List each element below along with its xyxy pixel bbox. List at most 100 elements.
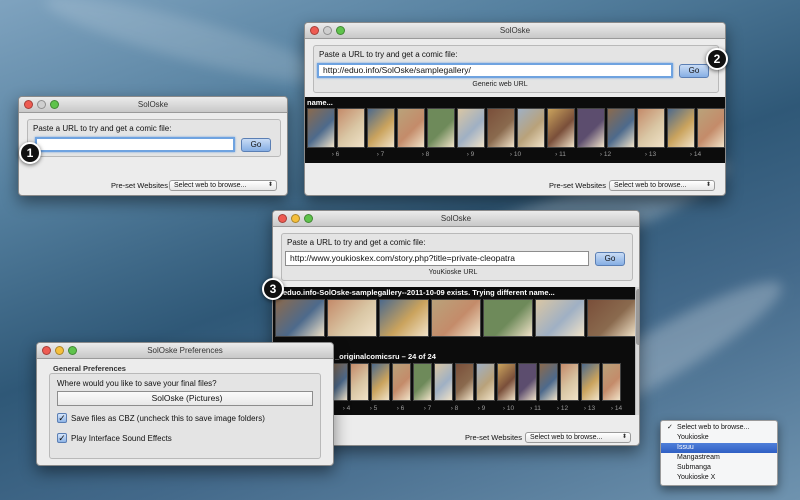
solooske-window-generic: SolOske Paste a URL to try and get a com… bbox=[304, 22, 726, 196]
preset-websites-select[interactable]: Select web to browse... ⬍ bbox=[609, 180, 715, 191]
zoom-window-button[interactable] bbox=[336, 26, 345, 35]
zoom-window-button[interactable] bbox=[68, 346, 77, 355]
comic-page-thumbnail[interactable] bbox=[581, 363, 600, 401]
comic-page-thumbnail[interactable] bbox=[397, 108, 425, 148]
url-input[interactable]: http://eduo.info/SolOske/samplegallery/ bbox=[317, 63, 673, 78]
comic-page-thumbnail[interactable] bbox=[483, 299, 533, 337]
comic-page-thumbnail[interactable] bbox=[539, 363, 558, 401]
window-titlebar: SolOske bbox=[19, 97, 287, 113]
comic-page-thumbnail[interactable] bbox=[307, 108, 335, 148]
comic-page-thumbnail[interactable] bbox=[602, 363, 621, 401]
menu-item-label: Submanga bbox=[677, 464, 711, 471]
page-number: › 13 bbox=[644, 151, 657, 158]
comic-page-thumbnail[interactable] bbox=[367, 108, 395, 148]
comic-page-thumbnail[interactable] bbox=[577, 108, 605, 148]
preview-scrollbar[interactable] bbox=[635, 287, 639, 415]
comic-page-thumbnail[interactable] bbox=[431, 299, 481, 337]
comic-page-thumbnail[interactable] bbox=[434, 363, 453, 401]
zoom-window-button[interactable] bbox=[304, 214, 313, 223]
comic-page-thumbnail[interactable] bbox=[560, 363, 579, 401]
save-location-button[interactable]: SolOske (Pictures) bbox=[57, 391, 313, 406]
go-button[interactable]: Go bbox=[595, 252, 625, 266]
preset-websites-label: Pre-set Websites bbox=[549, 181, 606, 190]
menu-item-label: Youkioske bbox=[677, 434, 709, 441]
comic-page-thumbnail[interactable] bbox=[476, 363, 495, 401]
window-title: SolOske Preferences bbox=[147, 346, 223, 355]
cbz-checkbox[interactable]: ✓ bbox=[57, 413, 67, 423]
page-number: › 10 bbox=[502, 405, 515, 412]
close-window-button[interactable] bbox=[310, 26, 319, 35]
menu-item-mangastream[interactable]: Mangastream bbox=[661, 453, 777, 463]
comic-page-thumbnail[interactable] bbox=[427, 108, 455, 148]
comic-page-thumbnail[interactable] bbox=[327, 299, 377, 337]
close-window-button[interactable] bbox=[42, 346, 51, 355]
preset-websites-select[interactable]: Select web to browse... ⬍ bbox=[169, 180, 277, 191]
close-window-button[interactable] bbox=[24, 100, 33, 109]
comic-page-thumbnail[interactable] bbox=[637, 108, 665, 148]
go-button[interactable]: Go bbox=[679, 64, 709, 78]
zoom-window-button[interactable] bbox=[50, 100, 59, 109]
menu-item-youkioske[interactable]: Youkioske bbox=[661, 433, 777, 443]
comic-page-thumbnail[interactable] bbox=[697, 108, 725, 148]
minimize-window-button[interactable] bbox=[291, 214, 300, 223]
sound-option[interactable]: ✓ Play Interface Sound Effects bbox=[57, 433, 172, 443]
minimize-window-button[interactable] bbox=[323, 26, 332, 35]
page-number: › 13 bbox=[583, 405, 596, 412]
url-prompt: Paste a URL to try and get a comic file: bbox=[287, 238, 426, 247]
sound-checkbox[interactable]: ✓ bbox=[57, 433, 67, 443]
comic-page-thumbnail[interactable] bbox=[413, 363, 432, 401]
page-number-row: › 4 › 5 › 6 › 7 › 8 › 9 › 10 › 11 › 12 › 13 › 14 bbox=[333, 405, 630, 412]
comic-page-thumbnail[interactable] bbox=[587, 299, 635, 337]
cbz-option-label: Save files as CBZ (uncheck this to save … bbox=[71, 413, 265, 423]
comic-page-thumbnail[interactable] bbox=[517, 108, 545, 148]
comic-page-thumbnail[interactable] bbox=[379, 299, 429, 337]
comic-page-thumbnail[interactable] bbox=[497, 363, 516, 401]
menu-item-select-web-to-browse[interactable]: ✓ Select web to browse... bbox=[661, 423, 777, 433]
strip-status-text: _originalcomicsru – 24 of 24 bbox=[335, 352, 436, 361]
scrollbar-thumb[interactable] bbox=[636, 289, 639, 345]
page-number: › 8 bbox=[421, 151, 430, 158]
comic-page-thumbnail[interactable] bbox=[275, 299, 325, 337]
comic-page-thumbnail[interactable] bbox=[487, 108, 515, 148]
comic-page-thumbnail[interactable] bbox=[535, 299, 585, 337]
comic-page-thumbnail[interactable] bbox=[350, 363, 369, 401]
url-input[interactable] bbox=[35, 137, 235, 152]
comic-page-thumbnail[interactable] bbox=[337, 108, 365, 148]
window-titlebar: SolOske bbox=[305, 23, 725, 39]
menu-item-submanga[interactable]: Submanga bbox=[661, 463, 777, 473]
cbz-option[interactable]: ✓ Save files as CBZ (uncheck this to sav… bbox=[57, 413, 265, 423]
page-number: › 12 bbox=[599, 151, 612, 158]
comic-page-thumbnail[interactable] bbox=[518, 363, 537, 401]
url-input[interactable]: http://www.youkioskex.com/story.php?titl… bbox=[285, 251, 589, 266]
url-type-label: YouKioske URL bbox=[428, 269, 478, 276]
select-value: Select web to browse... bbox=[530, 434, 603, 441]
minimize-window-button[interactable] bbox=[55, 346, 64, 355]
preset-websites-select[interactable]: Select web to browse... ⬍ bbox=[525, 432, 631, 443]
comic-page-thumbnail[interactable] bbox=[667, 108, 695, 148]
page-number: › 11 bbox=[530, 405, 541, 412]
close-window-button[interactable] bbox=[278, 214, 287, 223]
comic-page-thumbnail[interactable] bbox=[455, 363, 474, 401]
menu-item-youkioske-x[interactable]: Youkioske X bbox=[661, 473, 777, 483]
menu-item-label: Select web to browse... bbox=[677, 424, 750, 431]
comic-page-thumbnail[interactable] bbox=[392, 363, 411, 401]
menu-item-issuu[interactable]: Issuu bbox=[661, 443, 777, 453]
page-number: › 10 bbox=[509, 151, 522, 158]
comic-page-thumbnail[interactable] bbox=[607, 108, 635, 148]
page-number: › 9 bbox=[477, 405, 486, 412]
minimize-window-button[interactable] bbox=[37, 100, 46, 109]
preset-websites-menu: ✓ Select web to browse... Youkioske Issuu Ma… bbox=[660, 420, 778, 486]
page-number: › 4 bbox=[342, 405, 351, 412]
window-title: SolOske bbox=[440, 214, 472, 223]
window-titlebar: SolOske bbox=[273, 211, 639, 227]
window-titlebar: SolOske Preferences bbox=[37, 343, 333, 359]
strip-status-text: eduo.info-SolOske-samplegallery--2011-10… bbox=[283, 288, 555, 297]
comic-page-thumbnail[interactable] bbox=[371, 363, 390, 401]
comic-page-thumbnail[interactable] bbox=[547, 108, 575, 148]
preferences-window: SolOske Preferences General Preferences … bbox=[36, 342, 334, 466]
comic-page-thumbnail[interactable] bbox=[457, 108, 485, 148]
thumbnail-row bbox=[307, 108, 725, 148]
select-value: Select web to browse... bbox=[174, 182, 247, 189]
go-button[interactable]: Go bbox=[241, 138, 271, 152]
page-number: › 7 bbox=[376, 151, 385, 158]
